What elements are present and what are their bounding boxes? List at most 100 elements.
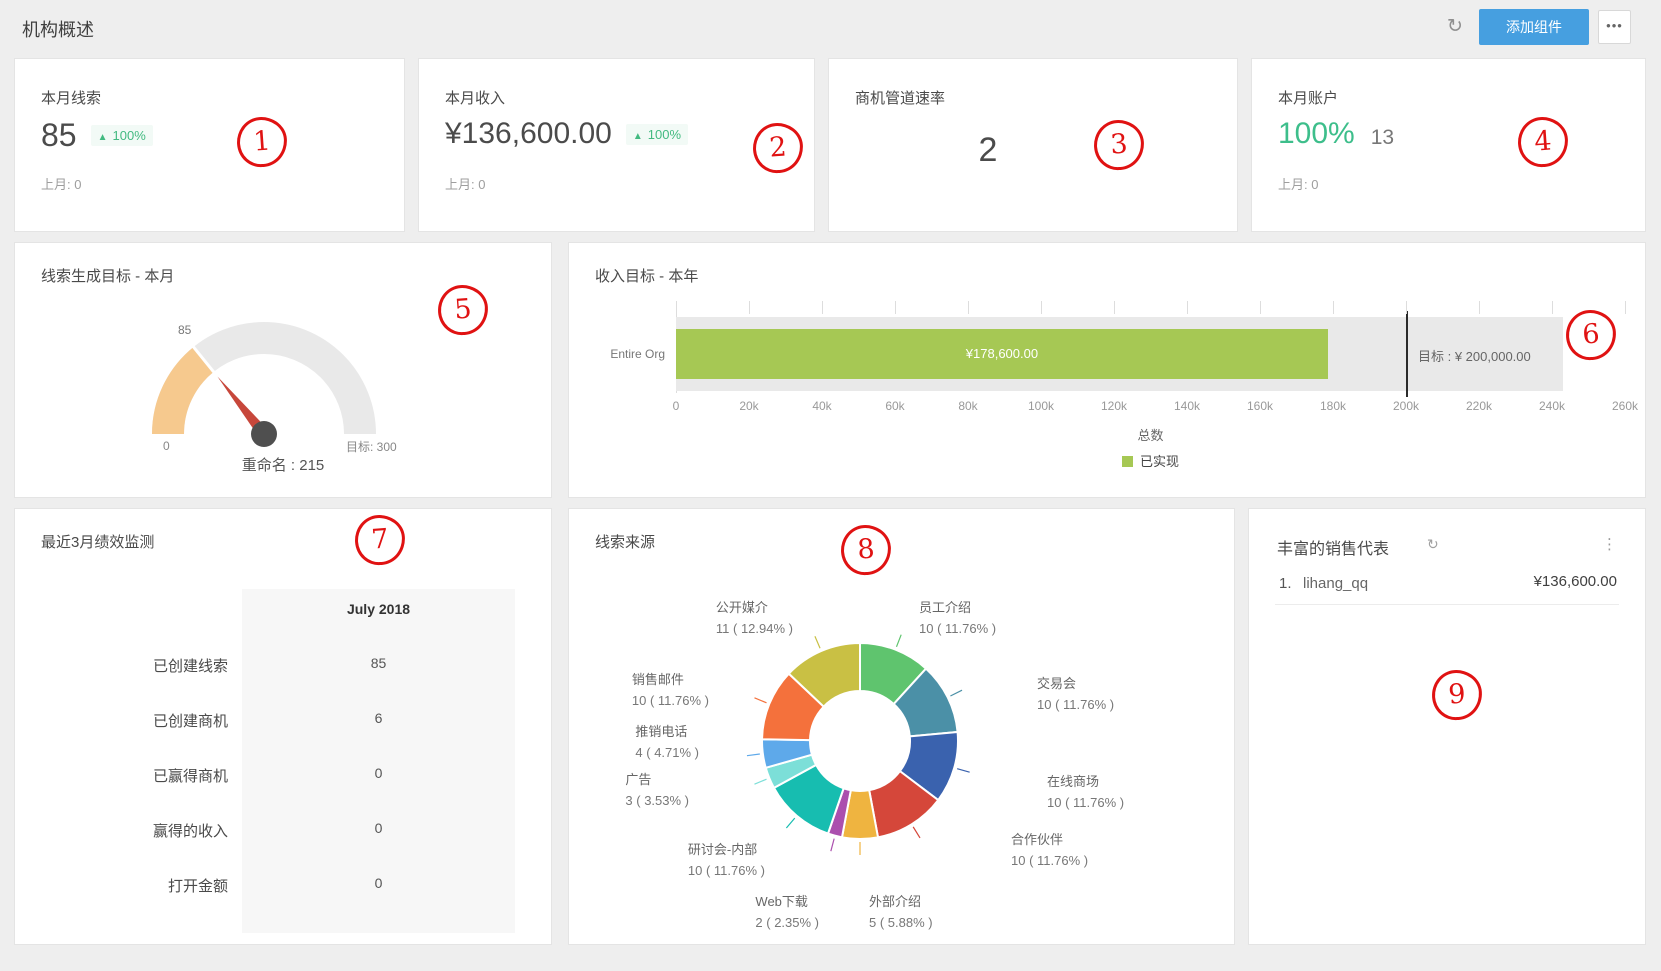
kpi-title: 本月线索: [41, 90, 102, 107]
donut-label-广告: 广告 3 ( 3.53% ): [625, 772, 689, 808]
donut-leader-line: [956, 768, 970, 773]
reps-refresh-icon[interactable]: ↻: [1427, 536, 1439, 553]
triangle-up-icon: ▲: [632, 130, 643, 142]
donut-leader-line: [746, 753, 760, 757]
table-card-title: 最近3月绩效监测: [41, 534, 155, 551]
axis-tick-label: 80k: [958, 399, 978, 413]
axis-tick: [1552, 301, 1553, 314]
reps-card-top-sales: 丰富的销售代表 ↻ ⋮ 1. lihang_qq ¥136,600.00: [1248, 508, 1646, 945]
bar-card-revenue-goal: 收入目标 - 本年 Entire Org ¥178,600.00 目标 : ¥ …: [568, 242, 1646, 498]
refresh-icon[interactable]: ↻: [1441, 13, 1469, 41]
axis-tick: [822, 301, 823, 314]
axis-tick: [1406, 301, 1407, 314]
axis-tick: [1260, 301, 1261, 314]
gauge-center-label: 重命名 : 215: [241, 457, 325, 474]
table-row-value: 0: [374, 875, 383, 891]
axis-tick-label: 260k: [1611, 399, 1639, 413]
donut-label-研讨会-内部: 研讨会-内部 10 ( 11.76% ): [687, 842, 765, 878]
axis-tick: [968, 301, 969, 314]
donut-label-合作伙伴: 合作伙伴 10 ( 11.76% ): [1011, 832, 1089, 868]
donut-label-在线商场: 在线商场 10 ( 11.76% ): [1047, 774, 1125, 810]
axis-tick-label: 0: [672, 399, 680, 413]
donut-leader-line: [785, 817, 796, 829]
donut-card-lead-sources: 线索来源 员工介绍 10 ( 11.76% ) 交易会 10 ( 11.76% ) 在线…: [568, 508, 1235, 945]
table-row-label: 已赢得商机: [152, 768, 228, 785]
donut-leader-line: [814, 636, 821, 649]
axis-tick: [1625, 301, 1626, 314]
table-row-value: 0: [374, 765, 383, 781]
donut-label-交易会: 交易会 10 ( 11.76% ): [1037, 676, 1115, 712]
donut-leader-line: [950, 689, 963, 697]
reps-card-title: 丰富的销售代表: [1277, 541, 1390, 558]
dashboard: 机构概述 ↻ 添加组件 ••• 本月线索 85 ▲ 100% 上月: 0 本月收入…: [0, 0, 1661, 971]
table-card-performance: 最近3月绩效监测 July 2018 已创建线索 85 已创建商机 6 已赢得商机 0 赢得…: [14, 508, 552, 945]
table-row-label: 已创建商机: [152, 713, 228, 730]
kpi-title: 本月收入: [445, 90, 506, 107]
axis-tick: [676, 301, 677, 314]
kpi-footer: 上月: 0: [41, 177, 82, 192]
kpi-title: 商机管道速率: [855, 90, 946, 107]
table-row-label: 赢得的收入: [152, 823, 228, 840]
kpi-delta-badge: ▲ 100%: [625, 123, 688, 145]
donut-leader-line: [830, 838, 835, 852]
kpi-delta-value: 100%: [112, 128, 146, 143]
reps-list-item[interactable]: 1. lihang_qq ¥136,600.00: [1275, 571, 1619, 605]
donut-label-Web下载: Web下载 2 ( 2.35% ): [755, 894, 819, 930]
kpi-footer: 上月: 0: [1278, 177, 1319, 192]
kpi-card-pipeline-velocity[interactable]: 商机管道速率 2: [828, 58, 1238, 232]
axis-tick-label: 180k: [1319, 399, 1347, 413]
table-row-label: 已创建线索: [152, 658, 228, 675]
bar-plot-area: ¥178,600.00 目标 : ¥ 200,000.00 总数 已实现 0 20…: [672, 243, 1638, 499]
page-title: 机构概述: [22, 20, 94, 40]
axis-tick: [1333, 301, 1334, 314]
kpi-card-accounts[interactable]: 本月账户 100% 13 上月: 0: [1251, 58, 1646, 232]
revenue-bar[interactable]: ¥178,600.00: [676, 329, 1328, 379]
kpi-footer: 上月: 0: [445, 177, 486, 192]
reps-name: lihang_qq: [1303, 575, 1369, 592]
kpi-delta-value: 100%: [647, 126, 681, 142]
axis-tick-label: 140k: [1173, 399, 1201, 413]
more-options-button[interactable]: •••: [1598, 10, 1631, 44]
donut-label-员工介绍: 员工介绍 10 ( 11.76% ): [919, 600, 997, 636]
donut-label-推销电话: 推销电话 4 ( 4.71% ): [635, 724, 699, 760]
target-marker-line: [1406, 311, 1408, 397]
table-row-label: 打开金额: [167, 878, 228, 895]
table-column-header: July 2018: [346, 601, 411, 617]
axis-tick-label: 120k: [1100, 399, 1128, 413]
reps-menu-icon[interactable]: ⋮: [1596, 533, 1623, 555]
reps-amount: ¥136,600.00: [1533, 573, 1617, 590]
axis-tick: [1041, 301, 1042, 314]
axis-tick-label: 220k: [1465, 399, 1493, 413]
table-row-value: 85: [370, 655, 387, 671]
axis-tick: [895, 301, 896, 314]
kpi-value: ¥136,600.00: [445, 117, 612, 150]
x-axis-title: 总数: [1137, 428, 1164, 443]
axis-tick: [1479, 301, 1480, 314]
axis-tick-label: 100k: [1027, 399, 1055, 413]
triangle-up-icon: ▲: [97, 132, 108, 143]
donut-leader-line: [754, 778, 767, 785]
donut-leader-line: [895, 634, 902, 648]
donut-label-外部介绍: 外部介绍 5 ( 5.88% ): [869, 894, 933, 930]
donut-label-公开媒介: 公开媒介 11 ( 12.94% ): [715, 600, 793, 636]
table-row-value: 6: [374, 710, 383, 726]
add-component-button[interactable]: 添加组件: [1479, 9, 1589, 45]
donut-leader-line: [754, 697, 767, 704]
kpi-card-leads[interactable]: 本月线索 85 ▲ 100% 上月: 0: [14, 58, 405, 232]
gauge-card-lead-goal: 线索生成目标 - 本月 85 0 目标: 300 重命名 : 215: [14, 242, 552, 498]
axis-tick: [1114, 301, 1115, 314]
bar-category-label: Entire Org: [610, 347, 665, 361]
axis-tick-label: 160k: [1246, 399, 1274, 413]
donut-label-销售邮件: 销售邮件 10 ( 11.76% ): [631, 672, 709, 708]
axis-tick-label: 60k: [885, 399, 905, 413]
kpi-percent: 100%: [1278, 117, 1355, 150]
bar-legend[interactable]: 已实现: [676, 451, 1625, 470]
reps-rank: 1.: [1279, 575, 1292, 592]
gauge-min-label: 0: [163, 439, 170, 453]
axis-tick: [1187, 301, 1188, 314]
legend-swatch: [1121, 456, 1133, 467]
donut-leader-line: [912, 826, 921, 839]
legend-label: 已实现: [1139, 454, 1179, 469]
axis-tick-label: 40k: [812, 399, 832, 413]
axis-tick-label: 200k: [1392, 399, 1420, 413]
